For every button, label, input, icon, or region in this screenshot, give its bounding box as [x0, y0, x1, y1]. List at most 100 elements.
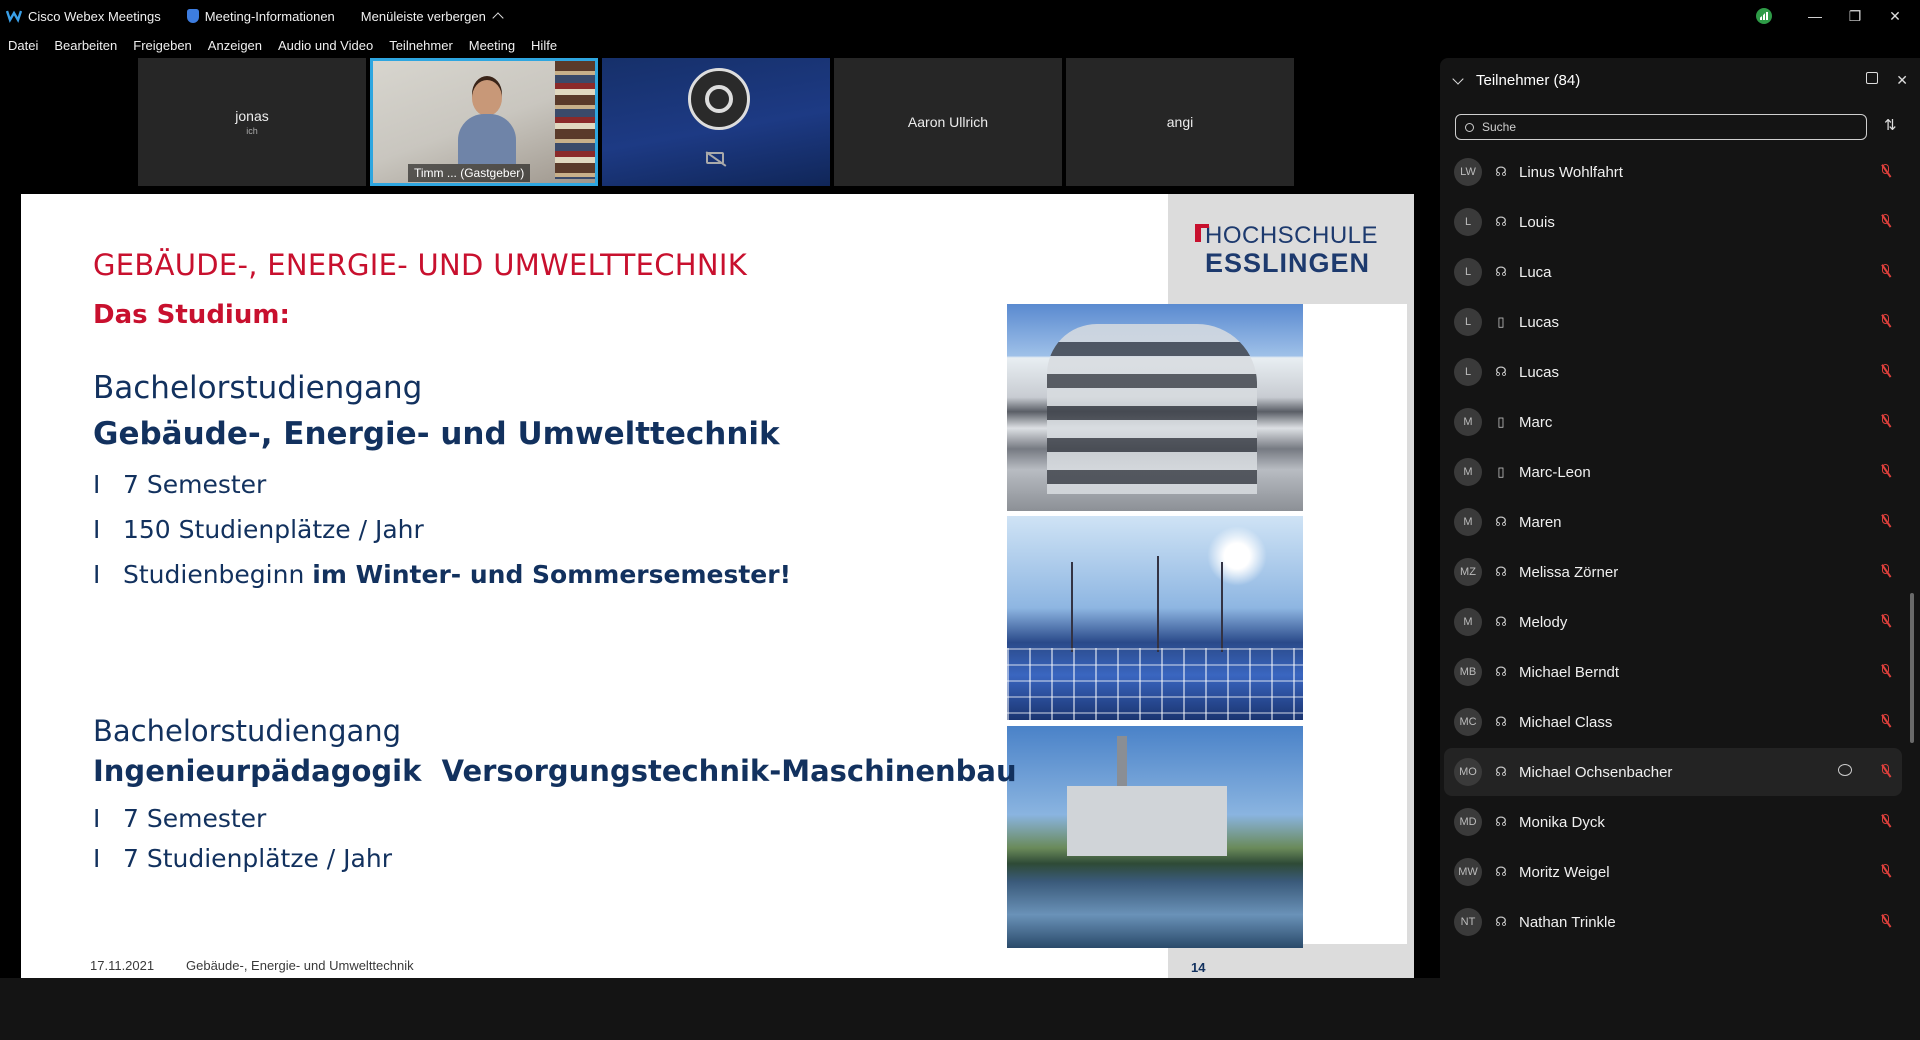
- headset-icon: ☊: [1495, 814, 1507, 829]
- video-strip: jonas ich Timm ... (Gastgeber) Aaron Ull…: [138, 58, 1294, 186]
- microphone-muted-icon[interactable]: [1881, 914, 1890, 928]
- minimize-button[interactable]: —: [1800, 8, 1830, 24]
- list-item[interactable]: M ☊ Maren: [1444, 498, 1902, 546]
- app-title: Cisco Webex Meetings: [5, 9, 161, 24]
- avatar: M: [1454, 508, 1482, 536]
- headset-icon: ☊: [1495, 764, 1507, 779]
- menu-share[interactable]: Freigeben: [133, 38, 192, 53]
- menu-help[interactable]: Hilfe: [531, 38, 557, 53]
- avatar: M: [1454, 608, 1482, 636]
- list-item[interactable]: M ▯ Marc-Leon: [1444, 448, 1902, 496]
- microphone-muted-icon[interactable]: [1881, 614, 1890, 628]
- wind-solar-photo: [1007, 516, 1303, 720]
- search-icon: [1465, 122, 1474, 132]
- microphone-muted-icon[interactable]: [1881, 664, 1890, 678]
- menu-file[interactable]: Datei: [8, 38, 38, 53]
- tile-name: jonas: [235, 108, 269, 124]
- menu-edit[interactable]: Bearbeiten: [54, 38, 117, 53]
- avatar: LW: [1454, 158, 1482, 186]
- avatar: MB: [1454, 658, 1482, 686]
- slide-footer-title: Gebäude-, Energie- und Umwelttechnik: [186, 958, 414, 973]
- video-tile-aaron[interactable]: Aaron Ullrich: [834, 58, 1062, 186]
- menu-bar: Datei Bearbeiten Freigeben Anzeigen Audi…: [0, 32, 1420, 58]
- avatar: L: [1454, 358, 1482, 386]
- microphone-muted-icon[interactable]: [1881, 414, 1890, 428]
- list-item[interactable]: M ▯ Marc: [1444, 398, 1902, 446]
- microphone-muted-icon[interactable]: [1881, 714, 1890, 728]
- maximize-button[interactable]: ❐: [1840, 8, 1870, 25]
- microphone-muted-icon[interactable]: [1881, 564, 1890, 578]
- participant-name: Maren: [1519, 513, 1562, 531]
- tile-name: angi: [1166, 114, 1194, 130]
- list-item[interactable]: MD ☊ Monika Dyck: [1444, 798, 1902, 846]
- menu-participants[interactable]: Teilnehmer: [389, 38, 453, 53]
- microphone-muted-icon[interactable]: [1881, 314, 1890, 328]
- network-signal-icon[interactable]: [1756, 8, 1772, 24]
- participant-name: Melissa Zörner: [1519, 563, 1619, 581]
- menu-meeting[interactable]: Meeting: [469, 38, 515, 53]
- microphone-muted-icon[interactable]: [1881, 214, 1890, 228]
- video-tile-angi[interactable]: angi: [1066, 58, 1294, 186]
- list-item[interactable]: MC ☊ Michael Class: [1444, 698, 1902, 746]
- menu-audio-video[interactable]: Audio und Video: [278, 38, 373, 53]
- chat-icon[interactable]: [1838, 764, 1852, 776]
- participant-name: Michael Berndt: [1519, 663, 1620, 681]
- participant-list: LW ☊ Linus Wohlfahrt L ☊ Louis L ☊ Luca L ▯ Luca…: [1440, 148, 1902, 976]
- participant-name: Nathan Trinkle: [1519, 913, 1616, 931]
- phone-icon: ▯: [1497, 414, 1505, 429]
- microphone-muted-icon[interactable]: [1881, 364, 1890, 378]
- list-item[interactable]: MW ☊ Moritz Weigel: [1444, 848, 1902, 896]
- list-item[interactable]: L ☊ Louis: [1444, 198, 1902, 246]
- participant-name: Moritz Weigel: [1519, 863, 1610, 881]
- avatar: MO: [1454, 758, 1482, 786]
- close-panel-icon[interactable]: ✕: [1896, 72, 1908, 89]
- participants-header[interactable]: Teilnehmer (84): [1452, 72, 1580, 89]
- avatar: MC: [1454, 708, 1482, 736]
- video-tile-obs[interactable]: [602, 58, 830, 186]
- search-input[interactable]: [1482, 120, 1842, 134]
- phone-icon: ▯: [1497, 464, 1505, 479]
- meeting-info-button[interactable]: Meeting-Informationen: [186, 9, 335, 24]
- list-item[interactable]: M ☊ Melody: [1444, 598, 1902, 646]
- list-item[interactable]: L ▯ Lucas: [1444, 298, 1902, 346]
- microphone-muted-icon[interactable]: [1881, 514, 1890, 528]
- building-photo: [1007, 304, 1303, 511]
- video-tile-host[interactable]: Timm ... (Gastgeber): [370, 58, 598, 186]
- video-tile-jonas[interactable]: jonas ich: [138, 58, 366, 186]
- list-item[interactable]: NT ☊ Nathan Trinkle: [1444, 898, 1902, 946]
- host-video-image: [458, 80, 516, 164]
- list-item[interactable]: L ☊ Lucas: [1444, 348, 1902, 396]
- program2-name: Ingenieurpädagogik Versorgungstechnik-Ma…: [93, 754, 1017, 788]
- participant-search[interactable]: [1455, 114, 1867, 140]
- university-logo: HOCHSCHULE ESSLINGEN: [1195, 222, 1378, 279]
- popout-icon[interactable]: [1866, 72, 1879, 84]
- list-item[interactable]: LW ☊ Linus Wohlfahrt: [1444, 148, 1902, 196]
- tile-name: Timm ... (Gastgeber): [408, 164, 531, 182]
- microphone-muted-icon[interactable]: [1881, 164, 1890, 178]
- hide-menu-button[interactable]: Menüleiste verbergen: [361, 9, 504, 24]
- headset-icon: ☊: [1495, 864, 1507, 879]
- avatar: MW: [1454, 858, 1482, 886]
- title-bar: Cisco Webex Meetings Meeting-Information…: [0, 0, 1920, 32]
- participant-name: Lucas: [1519, 363, 1560, 381]
- list-item[interactable]: MZ ☊ Melissa Zörner: [1444, 548, 1902, 596]
- slide-title: GEBÄUDE-, ENERGIE- UND UMWELTTECHNIK: [93, 248, 748, 282]
- microphone-muted-icon[interactable]: [1881, 814, 1890, 828]
- microphone-muted-icon[interactable]: [1881, 464, 1890, 478]
- shield-icon: [186, 9, 199, 23]
- participant-scrollbar[interactable]: [1908, 153, 1916, 973]
- microphone-muted-icon[interactable]: [1881, 764, 1890, 778]
- sort-icon[interactable]: ⇅: [1884, 116, 1897, 134]
- program1-item: I Studienbeginn im Winter- und Sommerseme…: [93, 560, 791, 589]
- microphone-muted-icon[interactable]: [1881, 264, 1890, 278]
- scrollbar-thumb[interactable]: [1910, 593, 1914, 743]
- chevron-down-icon[interactable]: [1452, 72, 1464, 85]
- menu-view[interactable]: Anzeigen: [208, 38, 262, 53]
- list-item[interactable]: L ☊ Luca: [1444, 248, 1902, 296]
- camera-off-icon: [706, 152, 724, 164]
- close-button[interactable]: ✕: [1880, 8, 1910, 25]
- list-item-highlighted[interactable]: MO ☊ Michael Ochsenbacher: [1444, 748, 1902, 796]
- microphone-muted-icon[interactable]: [1881, 864, 1890, 878]
- participant-name: Linus Wohlfahrt: [1519, 163, 1623, 181]
- list-item[interactable]: MB ☊ Michael Berndt: [1444, 648, 1902, 696]
